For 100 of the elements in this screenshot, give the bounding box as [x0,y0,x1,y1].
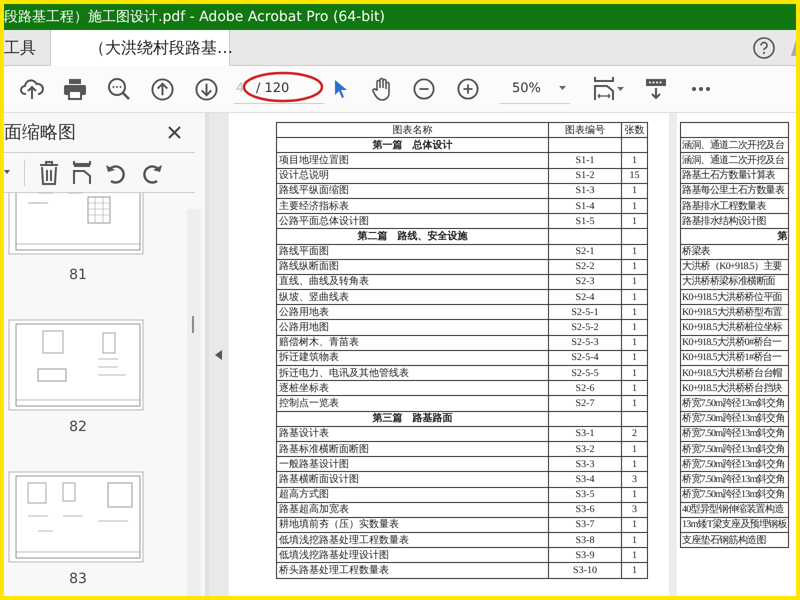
table-cell: 1 [622,350,648,366]
table-cell: 控制点一览表 [276,396,548,412]
fit-page-icon[interactable] [592,77,626,101]
table-cell: 大洪桥（K0+918.5）主要 [680,259,788,274]
table-cell: S3-10 [548,562,622,578]
table-cell: 1 [622,532,648,548]
table-cell: S2-5-5 [548,366,622,381]
table-cell: 公路用地表 [276,304,548,320]
table-cell: K0+918.5大洪桥0#桥台一 [680,335,788,350]
table-cell: 40型异型钢伸缩装置构造 [680,502,788,518]
table-cell: 赔偿树木、青苗表 [276,335,548,350]
table-cell: S3-2 [548,441,622,457]
table-cell: 公路平面总体设计图 [276,214,548,229]
page-number: 83 [68,571,88,587]
table-cell: 低填浅挖路基处理工程数量表 [276,532,548,548]
table-cell: 3 [622,502,648,518]
table-cell: 桥头路基处理工程数量表 [276,562,548,578]
table-cell: S2-5-2 [548,320,622,336]
section-heading: 第一篇 总体设计 [372,140,452,151]
zoom-out-icon[interactable] [412,78,436,100]
print-icon[interactable] [62,78,88,100]
section-heading: 第三篇 路基路面 [372,413,452,424]
table-cell: 路基排水工程数量表 [680,198,788,214]
column-header: 图表名称 [276,122,548,138]
insert-page-icon[interactable] [73,160,91,184]
more-icon[interactable] [690,86,712,92]
previous-page-icon[interactable] [150,78,174,100]
table-cell: 拆迁建筑物表 [276,350,548,366]
table-cell: 1 [622,335,648,350]
table-cell: 桥宽7.50m跨径13m斜交角 [680,396,788,412]
table-cell: 路基横断面设计图 [276,472,548,487]
table-cell: S2-7 [548,396,622,412]
table-cell: K0+918.5大洪桥桥台台帽 [680,366,788,381]
table-cell: 项目地理位置图 [276,152,548,168]
table-cell: K0+918.5大洪桥桩位坐标 [680,320,788,336]
page-number: 81 [68,267,88,283]
table-cell: 1 [622,517,648,533]
window-title: 段路基工程）施工图设计.pdf - Adobe Acrobat Pro (64-bit) [4,9,386,25]
table-cell: 1 [622,396,648,412]
zoom-in-icon[interactable] [456,78,480,100]
table-cell: 路基超高加宽表 [276,502,548,518]
page-thumbnail[interactable] [8,471,145,563]
trash-icon[interactable] [39,160,59,184]
section-heading: 第二篇 路线、安全设施 [358,230,468,242]
search-icon[interactable] [106,77,132,101]
column-header: 张数 [622,122,648,138]
table-cell: S2-6 [548,380,622,396]
table-cell: 路基设计表 [276,426,548,442]
table-cell: 耕地填前夯（压）实数量表 [276,517,548,533]
table-cell: 1 [622,380,648,396]
table-cell: 1 [622,320,648,336]
table-cell: S1-2 [548,168,622,184]
table-cell: 桥宽7.50m跨径13m斜交角 [680,441,788,457]
table-cell: S1-3 [548,183,622,198]
table-cell: 路线平纵面缩图 [276,183,548,198]
page-total: / 120 [256,74,324,104]
table-cell: 桥宽7.50m跨径13m斜交角 [680,456,788,472]
table-cell: 路基土石方数量计算表 [680,168,788,184]
table-cell: S2-5-1 [548,304,622,320]
table-cell: 路基排水结构设计图 [680,214,788,229]
caret-icon[interactable] [4,170,10,175]
table-cell: 大洪桥桥梁标准横断面 [680,274,788,290]
table-cell: 桥宽7.50m跨径13m斜交角 [680,411,788,426]
upload-icon[interactable] [18,78,46,100]
cursor-icon [334,79,348,99]
table-cell: 支座垫石钢筋构造图 [680,532,788,548]
table-cell: 低填浅挖路基处理设计图 [276,548,548,563]
table-cell: 直线、曲线及转角表 [276,274,548,290]
table-cell: S2-3 [548,274,622,290]
next-page-icon[interactable] [194,78,218,100]
table-cell: S2-4 [548,290,622,305]
table-cell: 桥宽7.50m跨径13m斜交角 [680,426,788,442]
table-cell: 路线平面图 [276,244,548,260]
table-cell: 纵坡、竖曲线表 [276,290,548,305]
table-cell: K0+918.5大洪桥桥台挡块 [680,380,788,396]
scrollbar[interactable] [187,209,201,596]
table-cell: 1 [622,183,648,198]
table-cell: 1 [622,290,648,305]
table-cell: 1 [622,259,648,274]
table-cell: 桥宽7.50m跨径13m斜交角 [680,487,788,502]
table-cell: 1 [622,562,648,578]
help-icon[interactable] [753,36,775,58]
table-cell: 超高方式图 [276,487,548,502]
table-cell: 主要经济指标表 [276,198,548,214]
section-heading: 第 [777,230,787,242]
scroll-mode-icon[interactable] [644,78,668,100]
tab[interactable]: （大洪绕村段路基… [50,30,230,66]
table-cell: S2-1 [548,244,622,260]
table-cell: S2-5-3 [548,335,622,350]
table-cell: 公路用地图 [276,320,548,336]
close-icon[interactable] [168,126,181,139]
table-cell: 3 [622,472,648,487]
table-cell: S1-5 [548,214,622,229]
table-cell: 路基每公里土石方数量表 [680,183,788,198]
collapse-icon[interactable] [214,350,222,360]
table-cell: S3-3 [548,456,622,472]
zoom-dropdown[interactable]: 50% [500,74,570,104]
tab[interactable]: 工具 [4,30,50,66]
page-thumbnail[interactable] [8,319,145,411]
table-cell: S3-5 [548,487,622,502]
